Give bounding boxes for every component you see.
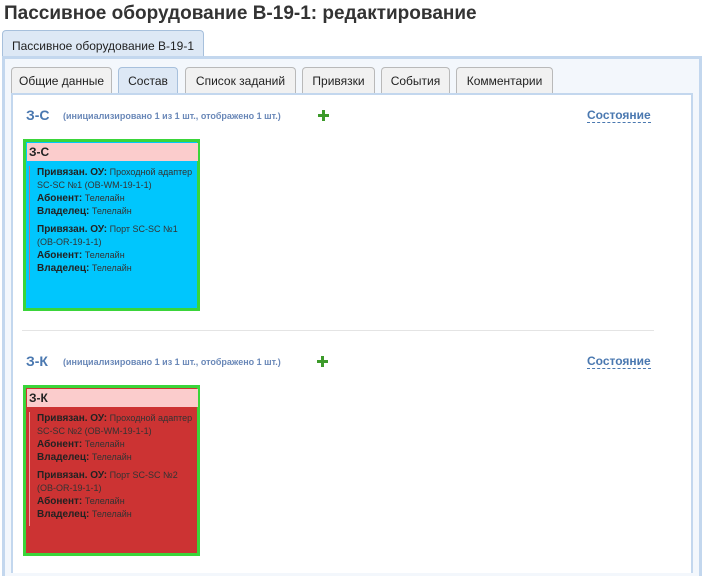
state-link[interactable]: Состояние [587,108,651,123]
section-code: З-С [26,107,50,123]
card-title: З-С [27,143,198,161]
list-item: Привязан. ОУ: Проходной адаптер SC-SC №2… [37,413,193,463]
section-divider [22,330,654,331]
tab-equipment[interactable]: Пассивное оборудование В-19-1 [2,30,204,56]
section-info: (инициализировано 1 из 1 шт., отображено… [63,357,281,367]
card-entries: Привязан. ОУ: Проходной адаптер SC-SC №1… [29,166,195,280]
section-info: (инициализировано 1 из 1 шт., отображено… [63,111,281,121]
card-title: З-К [27,389,198,407]
list-item: Привязан. ОУ: Порт SC-SC №2 (OB-OR-19-1-… [37,470,178,520]
state-link[interactable]: Состояние [587,354,651,369]
section-code: З-К [26,353,48,369]
plus-icon[interactable] [317,356,328,367]
tab-comments[interactable]: Комментарии [456,67,553,94]
tab-task-list[interactable]: Список заданий [185,67,296,94]
tab-events[interactable]: События [381,67,450,94]
card-zs[interactable]: З-С Привязан. ОУ: Проходной адаптер SC-S… [23,139,200,311]
card-entries: Привязан. ОУ: Проходной адаптер SC-SC №2… [29,412,195,526]
list-item: Привязан. ОУ: Порт SC-SC №1 (OB-OR-19-1-… [37,224,178,274]
tab-bindings[interactable]: Привязки [302,67,375,94]
plus-icon[interactable] [318,110,329,121]
tab-composition[interactable]: Состав [118,67,178,95]
page-title: Пассивное оборудование В-19-1: редактиро… [4,3,477,24]
card-zk[interactable]: З-К Привязан. ОУ: Проходной адаптер SC-S… [23,385,200,556]
list-item: Привязан. ОУ: Проходной адаптер SC-SC №1… [37,167,193,217]
tab-general[interactable]: Общие данные [11,67,112,94]
